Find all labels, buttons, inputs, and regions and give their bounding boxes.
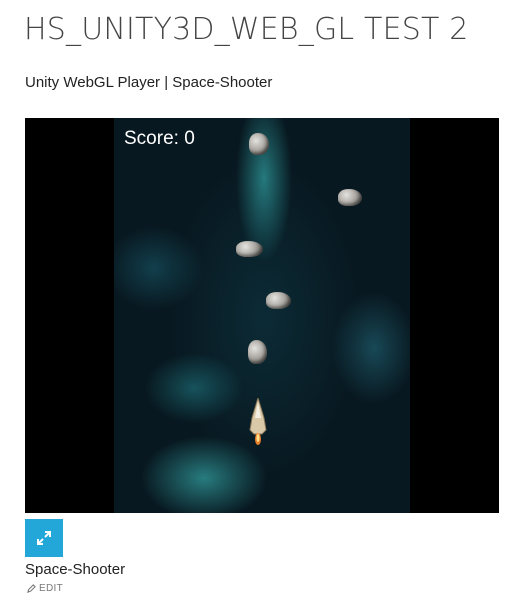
player-ship	[249, 398, 267, 445]
expand-arrows-icon	[37, 531, 51, 545]
item-title: Space-Shooter	[25, 561, 126, 578]
page-title: HS_UNITY3D_WEB_GL TEST 2	[24, 12, 469, 47]
edit-label: EDIT	[39, 583, 63, 594]
webgl-player[interactable]: Score: 0	[25, 118, 499, 513]
asteroid	[236, 241, 263, 257]
score-label: Score: 0	[124, 128, 195, 149]
fullscreen-button[interactable]	[25, 519, 63, 557]
asteroid	[249, 133, 269, 155]
player-subtitle: Unity WebGL Player | Space-Shooter	[25, 74, 273, 91]
edit-link[interactable]: EDIT	[27, 583, 63, 594]
asteroid	[338, 189, 362, 206]
game-canvas[interactable]: Score: 0	[114, 118, 410, 513]
asteroid	[248, 340, 267, 364]
asteroid	[266, 292, 291, 309]
pencil-icon	[27, 584, 36, 593]
